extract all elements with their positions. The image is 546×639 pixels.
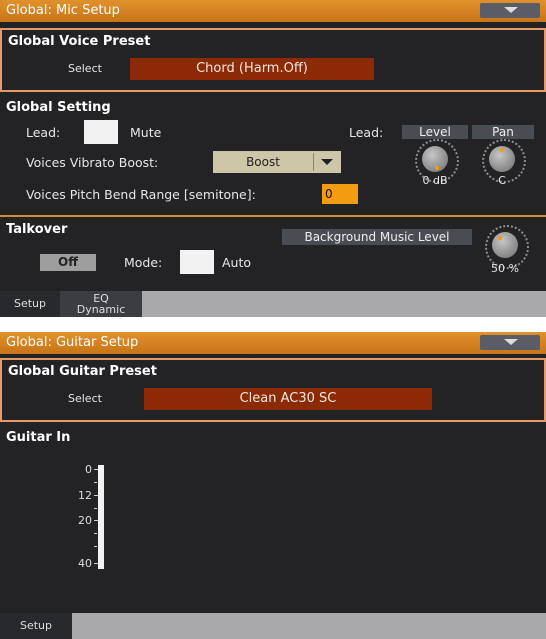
- talkover-toggle-button[interactable]: Off: [40, 254, 96, 271]
- voice-preset-heading: Global Voice Preset: [8, 34, 151, 49]
- guitar-preset-select-label: Select: [68, 392, 102, 405]
- meter-label-40: 40: [78, 557, 92, 570]
- guitar-setup-titlebar: Global: Guitar Setup: [0, 332, 546, 354]
- vibrato-boost-value: Boost: [246, 155, 280, 169]
- tab-dynamic-label: Dynamic: [76, 303, 126, 316]
- pan-value: C: [498, 174, 506, 187]
- tab-eq-dynamic[interactable]: EQ Dynamic: [60, 291, 142, 317]
- vibrato-boost-dropdown[interactable]: Boost: [213, 151, 341, 173]
- talkover-heading: Talkover: [6, 222, 68, 237]
- mode-label: Mode:: [124, 255, 163, 270]
- guitar-preset-heading: Global Guitar Preset: [8, 364, 157, 379]
- voice-preset-section: Global Voice Preset Select Chord (Harm.O…: [0, 28, 546, 92]
- chevron-down-icon: [321, 159, 333, 165]
- section-divider: [0, 215, 546, 217]
- guitar-setup-tabbar: Setup: [0, 613, 546, 639]
- guitar-in-heading: Guitar In: [6, 430, 71, 445]
- mute-label: Mute: [130, 125, 162, 140]
- level-value: 0 dB: [422, 174, 448, 187]
- global-setting-heading: Global Setting: [6, 100, 111, 115]
- mic-setup-titlebar: Global: Mic Setup: [0, 0, 546, 22]
- level-header: Level: [402, 125, 468, 139]
- page-menu-button[interactable]: [480, 335, 540, 350]
- meter-label-20: 20: [78, 514, 92, 527]
- voice-preset-select[interactable]: Chord (Harm.Off): [130, 58, 374, 80]
- mic-setup-title: Global: Mic Setup: [6, 3, 120, 18]
- lead-right-label: Lead:: [349, 125, 384, 140]
- tab-setup[interactable]: Setup: [0, 291, 60, 317]
- level-knob[interactable]: [415, 139, 459, 183]
- bg-music-level-value: 50 %: [491, 262, 519, 275]
- mic-setup-panel: Global: Mic Setup Global Voice Preset Se…: [0, 0, 546, 317]
- guitar-in-level-bar: [98, 465, 104, 569]
- vibrato-boost-label: Voices Vibrato Boost:: [26, 155, 159, 170]
- guitar-preset-select[interactable]: Clean AC30 SC: [144, 388, 432, 410]
- guitar-setup-panel: Global: Guitar Setup Global Guitar Prese…: [0, 332, 546, 639]
- guitar-setup-title: Global: Guitar Setup: [6, 335, 139, 350]
- lead-label: Lead:: [26, 125, 61, 140]
- bg-music-level-knob[interactable]: [485, 225, 529, 269]
- pitch-bend-field[interactable]: 0: [322, 184, 358, 204]
- auto-label: Auto: [222, 255, 252, 270]
- meter-label-0: 0: [85, 463, 92, 476]
- mode-auto-checkbox[interactable]: [180, 250, 214, 274]
- voice-preset-select-label: Select: [68, 62, 102, 75]
- guitar-preset-section: Global Guitar Preset Select Clean AC30 S…: [0, 358, 546, 422]
- tab-setup[interactable]: Setup: [0, 613, 72, 639]
- pan-knob[interactable]: [482, 139, 526, 183]
- pitch-bend-label: Voices Pitch Bend Range [semitone]:: [26, 187, 256, 202]
- bg-music-level-header: Background Music Level: [282, 229, 472, 245]
- pan-header: Pan: [472, 125, 534, 139]
- mic-setup-tabbar: Setup EQ Dynamic: [0, 291, 546, 317]
- lead-mute-checkbox[interactable]: [84, 120, 118, 144]
- page-menu-button[interactable]: [480, 3, 540, 18]
- meter-label-12: 12: [78, 489, 92, 502]
